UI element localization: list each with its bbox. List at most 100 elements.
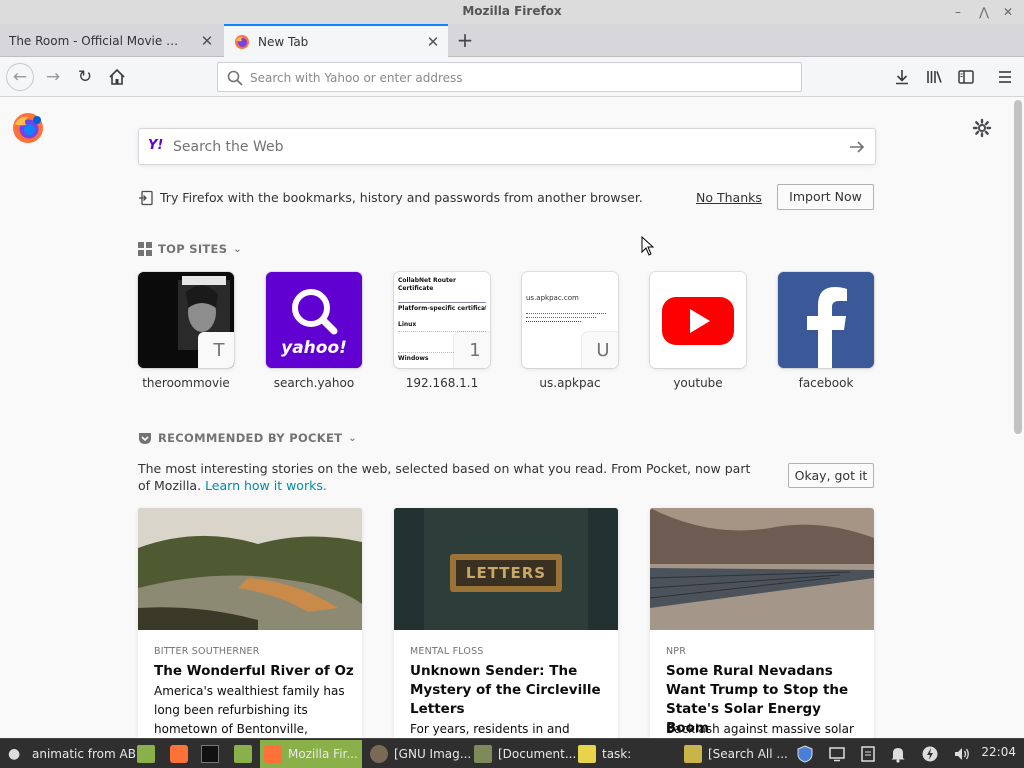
card-source: NPR xyxy=(666,646,687,657)
solar-farm-photo-icon xyxy=(650,508,874,630)
site-letter: T xyxy=(198,332,234,368)
site-thumbnail xyxy=(778,272,874,368)
chevron-down-icon[interactable]: ⌄ xyxy=(233,244,242,255)
file-manager-icon[interactable] xyxy=(137,745,155,763)
river-photo-icon xyxy=(138,508,362,630)
no-thanks-link[interactable]: No Thanks xyxy=(696,190,762,205)
tab-strip: The Room - Official Movie Site, Vie ✕ Ne… xyxy=(0,24,1024,57)
top-sites-header[interactable]: TOP SITES ⌄ xyxy=(138,240,242,258)
home-button[interactable] xyxy=(104,64,130,90)
downloads-button[interactable] xyxy=(889,64,915,90)
pocket-card[interactable]: LETTERS MENTAL FLOSS Unknown Sender: The… xyxy=(394,508,618,738)
folder-icon xyxy=(474,745,492,763)
address-bar[interactable] xyxy=(217,62,802,92)
taskbar-item-firefox[interactable]: Mozilla Fir... xyxy=(260,740,362,768)
volume-icon[interactable] xyxy=(953,745,971,763)
taskbar-item-gimp[interactable]: [GNU Imag... xyxy=(370,742,471,766)
firefox-launcher-icon[interactable] xyxy=(170,745,188,763)
reload-button[interactable]: ↻ xyxy=(72,64,98,90)
okay-got-it-button[interactable]: Okay, got it xyxy=(788,463,874,488)
back-button[interactable]: ← xyxy=(6,63,34,91)
taskbar-item-search[interactable]: [Search All ... xyxy=(684,742,788,766)
site-thumbnail: us.apkpac.com U xyxy=(522,272,618,368)
minimize-button[interactable]: – xyxy=(948,2,968,22)
chevron-down-icon[interactable]: ⌄ xyxy=(348,433,357,444)
site-thumbnail xyxy=(650,272,746,368)
search-tool-icon xyxy=(684,745,702,763)
tab-new-tab[interactable]: New Tab ✕ xyxy=(224,24,448,57)
letterbox-text: LETTERS xyxy=(465,564,547,582)
top-site-facebook[interactable]: facebook xyxy=(778,272,874,390)
notification-bell-icon[interactable] xyxy=(889,745,907,763)
import-banner: Try Firefox with the bookmarks, history … xyxy=(138,184,876,212)
gear-icon[interactable] xyxy=(972,118,992,138)
top-site-youtube[interactable]: youtube xyxy=(650,272,746,390)
library-icon xyxy=(927,71,942,83)
sidebar-button[interactable] xyxy=(953,64,979,90)
site-thumbnail: T xyxy=(138,272,234,368)
sidebar-icon xyxy=(958,70,974,84)
folder-icon[interactable] xyxy=(234,745,252,763)
taskbar-label: [Search All ... xyxy=(708,747,788,761)
web-search-box[interactable]: Y! xyxy=(138,128,876,165)
clipboard-icon[interactable] xyxy=(859,745,877,763)
site-name: facebook xyxy=(798,376,854,390)
site-name: us.apkpac xyxy=(539,376,601,390)
import-message: Try Firefox with the bookmarks, history … xyxy=(160,190,643,205)
taskbar-item-task[interactable]: task: xyxy=(578,742,631,766)
top-site-192-168-1-1[interactable]: CollabNet Router Certificate Platform-sp… xyxy=(394,272,490,390)
download-icon xyxy=(896,70,908,85)
navigation-toolbar: ← → ↻ xyxy=(0,57,1024,97)
power-icon[interactable] xyxy=(921,745,939,763)
site-name: 192.168.1.1 xyxy=(405,376,479,390)
arrow-right-icon[interactable] xyxy=(847,137,867,157)
top-site-theroommovie[interactable]: T theroommovie xyxy=(138,272,234,390)
taskbar-label: animatic from AB xyxy=(32,747,136,761)
learn-how-link[interactable]: Learn how it works. xyxy=(205,478,327,493)
taskbar-item-animatic[interactable]: ● animatic from AB xyxy=(8,742,136,766)
display-icon[interactable] xyxy=(828,745,846,763)
tab-close-icon[interactable]: ✕ xyxy=(424,33,442,51)
site-thumbnail: yahoo! xyxy=(266,272,362,368)
pocket-title: RECOMMENDED BY POCKET xyxy=(158,431,343,445)
facebook-logo-icon xyxy=(778,272,874,368)
maximize-button[interactable]: ⋀ xyxy=(974,2,994,22)
pocket-header[interactable]: RECOMMENDED BY POCKET ⌄ xyxy=(138,429,357,447)
pocket-card[interactable]: BITTER SOUTHERNER The Wonderful River of… xyxy=(138,508,362,738)
preview-line: Linux xyxy=(398,321,417,328)
menu-button[interactable] xyxy=(992,64,1018,90)
site-letter: 1 xyxy=(454,332,490,368)
tab-the-room[interactable]: The Room - Official Movie Site, Vie ✕ xyxy=(0,25,222,57)
new-tab-button[interactable]: + xyxy=(452,29,478,53)
card-source: BITTER SOUTHERNER xyxy=(154,646,260,657)
taskbar-item-document[interactable]: [Document... xyxy=(474,742,576,766)
library-button[interactable] xyxy=(921,64,947,90)
terminal-icon[interactable] xyxy=(201,745,219,763)
grid-icon xyxy=(138,242,152,256)
pocket-card[interactable]: NPR Some Rural Nevadans Want Trump to St… xyxy=(650,508,874,738)
new-tab-page: Y! Try Firefox with the bookmarks, histo… xyxy=(0,98,1024,738)
search-icon xyxy=(227,70,243,86)
tab-label: The Room - Official Movie Site, Vie xyxy=(9,34,181,48)
top-site-us-apkpac[interactable]: us.apkpac.com U us.apkpac xyxy=(522,272,618,390)
taskbar-label: task: xyxy=(602,747,632,761)
close-window-button[interactable]: ✕ xyxy=(998,2,1018,22)
taskbar-label: Mozilla Fir... xyxy=(288,747,358,761)
top-site-search-yahoo[interactable]: yahoo! search.yahoo xyxy=(266,272,362,390)
mouse-cursor-icon xyxy=(641,236,655,256)
web-search-input[interactable] xyxy=(173,137,833,157)
url-input[interactable] xyxy=(250,68,790,88)
shield-icon[interactable] xyxy=(796,745,814,763)
import-now-button[interactable]: Import Now xyxy=(777,184,874,210)
tab-close-icon[interactable]: ✕ xyxy=(198,32,216,50)
preview-line: us.apkpac.com xyxy=(526,294,579,302)
card-excerpt: Backlash against massive solar xyxy=(666,722,854,736)
page-scrollbar[interactable] xyxy=(1014,100,1022,434)
taskbar-clock[interactable]: 22:04 xyxy=(981,745,1016,759)
site-name: youtube xyxy=(673,376,723,390)
site-thumbnail: CollabNet Router Certificate Platform-sp… xyxy=(394,272,490,368)
card-title: Unknown Sender: The Mystery of the Circl… xyxy=(410,663,601,717)
preview-line: CollabNet Router xyxy=(398,277,456,284)
forward-button[interactable]: → xyxy=(40,64,66,90)
site-letter: U xyxy=(582,332,618,368)
